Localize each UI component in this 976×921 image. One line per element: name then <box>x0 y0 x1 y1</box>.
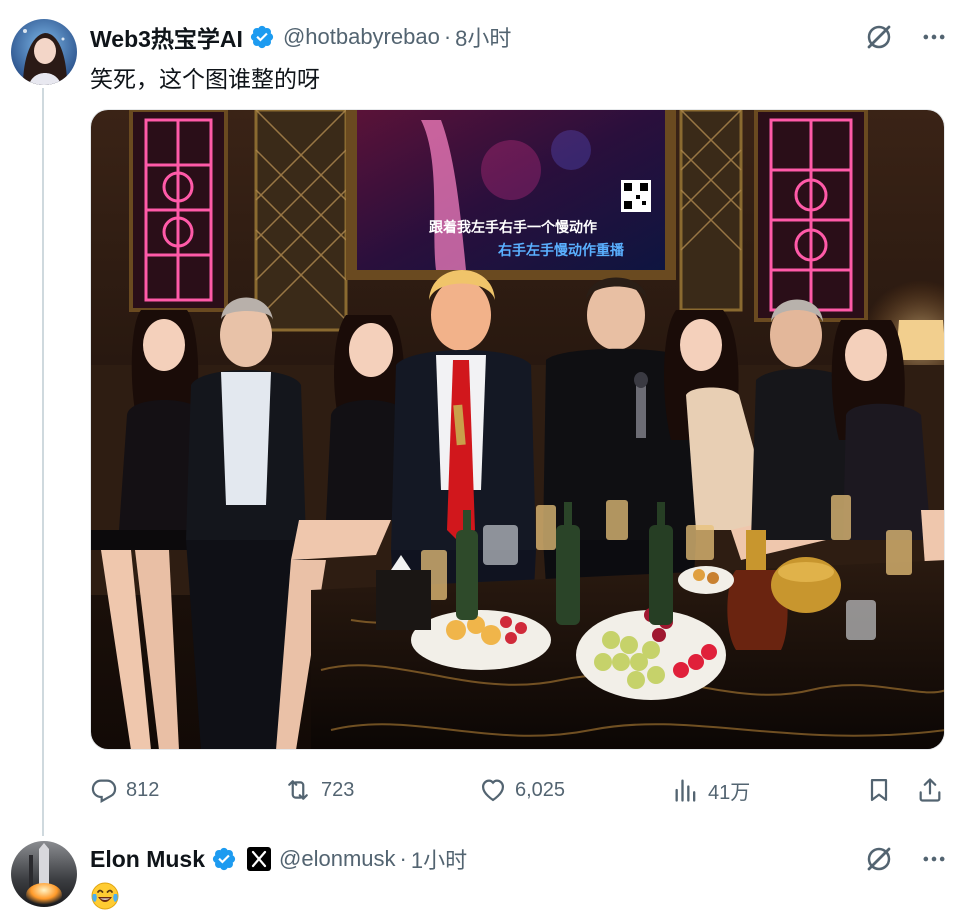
tweet1-text: 笑死，这个图谁整的呀 <box>90 66 320 92</box>
views-button[interactable]: 41万 <box>672 773 750 807</box>
karaoke-lyric-line1: 跟着我左手右手一个慢动作 <box>429 219 597 236</box>
reply-icon <box>91 779 117 803</box>
tweet1-action-bar: 812 723 6,025 41万 <box>90 773 946 807</box>
karaoke-screen: 跟着我左手右手一个慢动作 右手左手慢动作重播 <box>346 110 676 280</box>
timestamp[interactable]: 1小时 <box>411 843 467 875</box>
lattice-panel-mid-right <box>679 110 743 312</box>
tweet1-header-actions <box>864 22 948 52</box>
handle[interactable]: @elonmusk <box>279 846 396 872</box>
retweet-icon <box>288 780 308 800</box>
x-affiliate-icon[interactable] <box>247 847 272 871</box>
lattice-panel-mid-left <box>254 110 348 332</box>
display-name[interactable]: Web3热宝学AI <box>90 20 243 54</box>
more-icon[interactable] <box>920 23 948 51</box>
lattice-panel-left <box>129 110 228 312</box>
avatar-hotbabyrebao[interactable] <box>11 19 77 85</box>
views-count: 41万 <box>708 781 751 804</box>
bookmark-icon <box>870 778 888 802</box>
tweet2-header: Elon Musk @elonmusk · 1小时 <box>90 844 467 874</box>
grok-icon[interactable] <box>864 22 894 52</box>
thread-connector-line <box>42 88 44 836</box>
bookmark-button[interactable] <box>865 773 893 807</box>
tweet1-header: Web3热宝学AI @hotbabyrebao · 8小时 <box>90 22 511 52</box>
like-count: 6,025 <box>515 778 566 801</box>
retweet-count: 723 <box>321 778 355 801</box>
separator-dot: · <box>399 846 407 871</box>
views-icon <box>675 779 696 802</box>
like-button[interactable]: 6,025 <box>479 773 565 807</box>
share-button[interactable] <box>916 773 944 807</box>
timestamp[interactable]: 8小时 <box>455 21 511 53</box>
verified-badge-icon <box>212 847 236 871</box>
share-icon <box>919 778 941 802</box>
more-icon[interactable] <box>920 845 948 873</box>
reply-count: 812 <box>126 778 160 801</box>
separator-dot: · <box>443 24 452 49</box>
tweet2-header-actions <box>864 844 948 874</box>
lattice-panel-right <box>754 110 868 322</box>
verified-badge-icon <box>250 25 274 49</box>
display-name[interactable]: Elon Musk <box>90 846 205 873</box>
reply-button[interactable]: 812 <box>90 773 159 807</box>
karaoke-lyric-line2: 右手左手慢动作重播 <box>497 242 625 259</box>
handle[interactable]: @hotbabyrebao <box>283 24 440 50</box>
face-with-tears-of-joy-icon <box>91 882 119 910</box>
like-icon <box>481 779 505 802</box>
tweet1-photo[interactable]: 跟着我左手右手一个慢动作 右手左手慢动作重播 <box>90 109 945 750</box>
grok-icon[interactable] <box>864 844 894 874</box>
retweet-button[interactable]: 723 <box>283 773 354 807</box>
avatar-elonmusk[interactable] <box>11 841 77 907</box>
